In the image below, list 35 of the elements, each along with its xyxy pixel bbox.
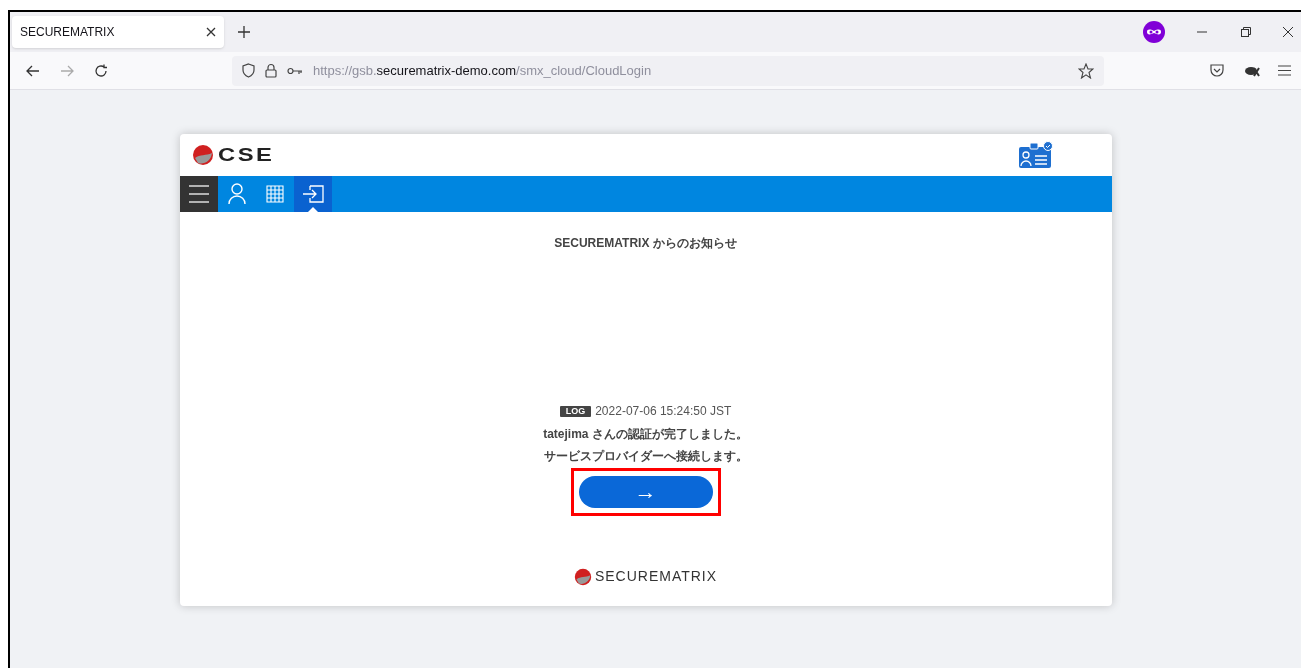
- key-icon: [287, 66, 303, 75]
- id-card-icon[interactable]: [1017, 141, 1054, 169]
- status-message: tatejima さんの認証が完了しました。: [543, 426, 748, 443]
- lock-icon: [265, 63, 277, 78]
- log-badge: LOG: [559, 405, 592, 417]
- login-icon: [301, 185, 324, 203]
- logo-icon: [191, 144, 214, 166]
- new-tab-icon[interactable]: [238, 26, 250, 38]
- close-icon[interactable]: [206, 27, 216, 37]
- pocket-icon[interactable]: [1210, 64, 1224, 77]
- grid-icon: [265, 185, 284, 203]
- status-message: サービスプロバイダーへ接続します。: [543, 448, 748, 465]
- tab-title: SECUREMATRIX: [20, 24, 115, 41]
- star-icon[interactable]: [1078, 62, 1094, 79]
- mask-icon[interactable]: [1143, 21, 1165, 43]
- address-bar[interactable]: https://gsb.securematrix-demo.com/smx_cloud/CloudLogin: [232, 55, 1104, 86]
- footer-logo-text: SECUREMATRIX: [594, 567, 718, 586]
- log-timestamp: 2022-07-06 15:24:50 JST: [595, 403, 732, 420]
- browser-tab[interactable]: SECUREMATRIX: [12, 16, 224, 48]
- logo-icon: [573, 567, 592, 586]
- back-icon[interactable]: [26, 64, 40, 77]
- nav-tab[interactable]: [293, 176, 332, 212]
- close-icon[interactable]: [1283, 27, 1293, 37]
- restore-icon[interactable]: [1241, 27, 1251, 37]
- shield-icon: [242, 63, 255, 78]
- logo-text: CSE: [217, 142, 274, 167]
- menu-icon[interactable]: [1278, 65, 1291, 76]
- extension-icon[interactable]: [1244, 64, 1260, 77]
- nav-tab[interactable]: [179, 176, 218, 212]
- notice-heading: SECUREMATRIX からのお知らせ: [554, 235, 737, 252]
- menu-icon: [188, 185, 209, 203]
- reload-icon[interactable]: [94, 63, 108, 78]
- continue-button[interactable]: →: [578, 476, 713, 508]
- user-icon: [227, 183, 246, 205]
- url-text: https://gsb.securematrix-demo.com/smx_cloud/CloudLogin: [313, 61, 652, 80]
